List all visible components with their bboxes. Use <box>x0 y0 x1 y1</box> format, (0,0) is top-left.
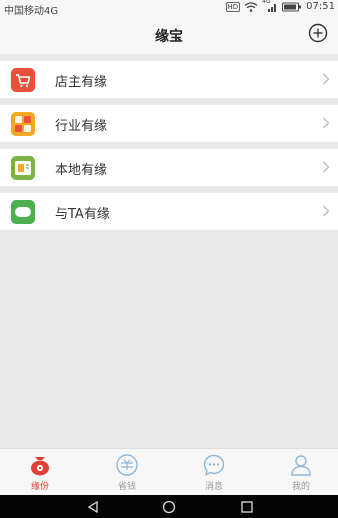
system-nav-bar <box>0 495 338 518</box>
chevron-right-icon <box>323 161 330 173</box>
status-bar: 中国移动4G HD 4G 07:51 <box>0 0 338 17</box>
message-icon <box>203 454 225 476</box>
bottom-tab-bar: 缘份 省钱 消息 我的 <box>0 448 338 495</box>
menu-list: 店主有缘 行业有缘 本地有缘 与TA有缘 <box>0 61 338 237</box>
tab-mine[interactable]: 我的 <box>271 453 331 492</box>
battery-icon <box>282 2 302 11</box>
tab-label: 我的 <box>291 482 310 492</box>
pouch-icon <box>31 457 49 476</box>
signal-icon: 4G <box>262 0 278 12</box>
menu-item-label: 店主有缘 <box>55 75 108 90</box>
local-card-icon <box>11 156 35 180</box>
carrier-label: 中国移动4G <box>4 6 59 17</box>
page-title: 缘宝 <box>155 29 183 45</box>
back-icon[interactable] <box>86 500 100 514</box>
chevron-right-icon <box>323 205 330 217</box>
wifi-icon <box>244 1 258 12</box>
menu-item-local[interactable]: 本地有缘 <box>0 149 338 186</box>
plus-circle-icon[interactable] <box>308 23 328 43</box>
menu-item-with-ta[interactable]: 与TA有缘 <box>0 193 338 230</box>
chevron-right-icon <box>323 117 330 129</box>
tab-save-money[interactable]: 省钱 <box>97 453 157 492</box>
top-nav: 缘宝 <box>0 16 338 54</box>
tab-label: 省钱 <box>117 482 136 492</box>
tab-label: 缘份 <box>30 482 49 492</box>
recent-apps-icon[interactable] <box>240 500 254 514</box>
menu-item-label: 行业有缘 <box>55 119 108 134</box>
chat-bubble-icon <box>11 200 35 224</box>
coupon-icon <box>116 454 138 476</box>
grid-icon <box>11 112 35 136</box>
clock: 07:51 <box>306 1 335 12</box>
menu-item-shop-owner[interactable]: 店主有缘 <box>0 61 338 98</box>
menu-item-industry[interactable]: 行业有缘 <box>0 105 338 142</box>
tab-messages[interactable]: 消息 <box>184 453 244 492</box>
tab-fate[interactable]: 缘份 <box>10 453 70 492</box>
hd-badge: HD <box>225 1 241 12</box>
person-icon <box>291 455 311 476</box>
chevron-right-icon <box>323 73 330 85</box>
menu-item-label: 与TA有缘 <box>55 207 110 222</box>
menu-item-label: 本地有缘 <box>55 163 108 178</box>
shopping-cart-icon <box>11 68 35 92</box>
home-icon[interactable] <box>162 500 176 514</box>
tab-label: 消息 <box>204 482 223 492</box>
